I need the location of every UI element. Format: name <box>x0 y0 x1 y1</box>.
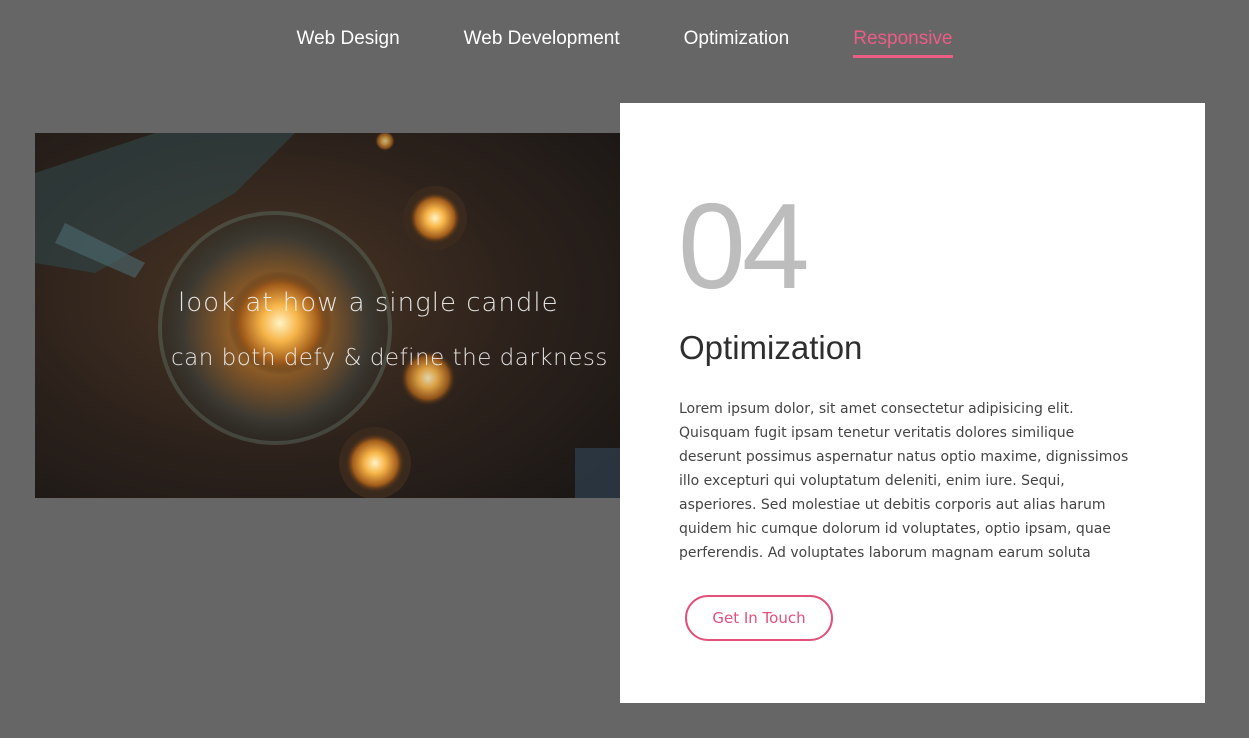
photo-caption-line2: can both defy & define the darkness <box>171 345 608 371</box>
tab-web-design[interactable]: Web Design <box>297 28 400 56</box>
step-number: 04 <box>678 178 810 314</box>
tab-web-development[interactable]: Web Development <box>464 28 620 56</box>
card-title: Optimization <box>679 329 863 366</box>
tab-optimization[interactable]: Optimization <box>684 28 790 56</box>
tab-bar: Web Design Web Development Optimization … <box>0 28 1249 58</box>
card-description: Lorem ipsum dolor, sit amet consectetur … <box>679 401 1129 561</box>
feature-card: 04 Optimization Lorem ipsum dolor, sit a… <box>620 103 1205 703</box>
candle-photo: look at how a single candle can both def… <box>35 133 620 498</box>
photo-caption-line1: look at how a single candle <box>178 288 559 318</box>
get-in-touch-button[interactable]: Get In Touch <box>685 595 833 641</box>
tab-responsive[interactable]: Responsive <box>853 28 953 58</box>
